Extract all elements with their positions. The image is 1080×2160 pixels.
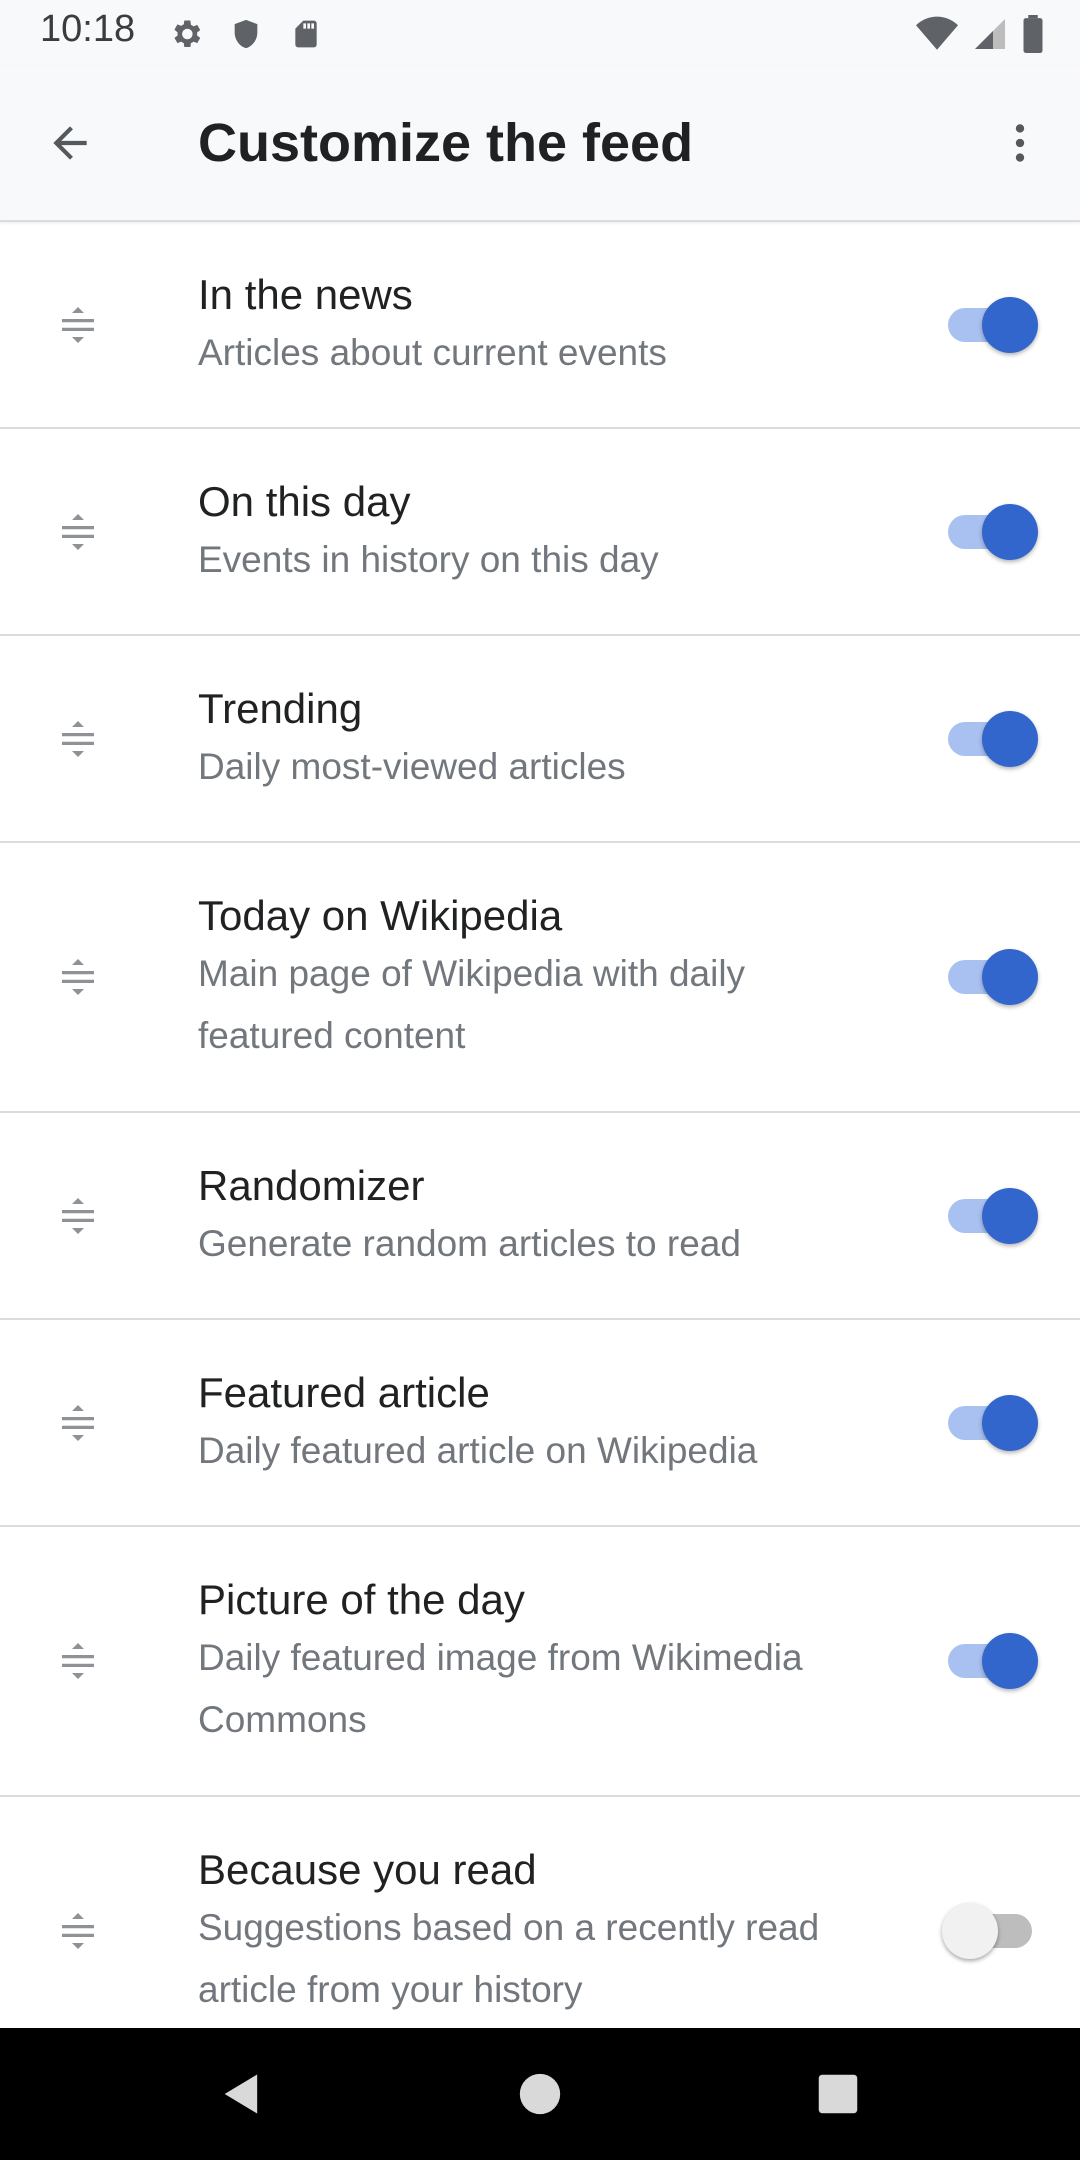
toggle-thumb: [982, 296, 1038, 353]
drag-handle-icon[interactable]: [50, 711, 106, 767]
feed-item-text: Picture of the day Daily featured image …: [198, 1575, 878, 1751]
feed-item-picture-of-the-day: Picture of the day Daily featured image …: [0, 1527, 1080, 1797]
feed-item-title: Trending: [198, 685, 363, 732]
feed-item-description: Daily featured image from Wikimedia Comm…: [198, 1637, 803, 1740]
feed-item-text: On this day Events in history on this da…: [198, 477, 878, 591]
feed-item-toggle[interactable]: [942, 1901, 1038, 1961]
feed-item-text: Because you read Suggestions based on a …: [198, 1845, 878, 2021]
toggle-thumb: [982, 1187, 1038, 1244]
sd-card-icon: [286, 14, 326, 54]
more-vert-icon: [1015, 124, 1025, 162]
feed-item-title: In the news: [198, 271, 413, 318]
feed-item-text: Today on Wikipedia Main page of Wikipedi…: [198, 891, 878, 1067]
feed-item-featured-article: Featured article Daily featured article …: [0, 1320, 1080, 1527]
feed-item-description: Daily most-viewed articles: [198, 746, 626, 787]
feed-item-toggle[interactable]: [942, 1186, 1038, 1246]
drag-handle-icon[interactable]: [50, 1395, 106, 1451]
wifi-icon: [916, 14, 958, 54]
feed-item-description: Generate random articles to read: [198, 1223, 741, 1264]
feed-item-title: Picture of the day: [198, 1576, 525, 1623]
feed-item-text: Featured article Daily featured article …: [198, 1368, 878, 1482]
feed-item-in-the-news: In the news Articles about current event…: [0, 222, 1080, 429]
screen: 10:18 Customize the feed In the news Art…: [0, 0, 1080, 2160]
battery-icon: [1022, 14, 1044, 54]
feed-item-title: Randomizer: [198, 1162, 425, 1209]
toggle-thumb: [942, 1903, 998, 1959]
shield-icon: [226, 14, 266, 54]
feed-item-today-on-wikipedia: Today on Wikipedia Main page of Wikipedi…: [0, 843, 1080, 1113]
feed-item-toggle[interactable]: [942, 295, 1038, 355]
more-options-button[interactable]: [984, 107, 1056, 179]
feed-item-randomizer: Randomizer Generate random articles to r…: [0, 1113, 1080, 1320]
nav-recents-icon: [818, 2074, 858, 2114]
feed-item-toggle[interactable]: [942, 1631, 1038, 1691]
drag-handle-icon[interactable]: [50, 297, 106, 353]
toggle-thumb: [982, 1633, 1038, 1689]
nav-back-button[interactable]: [206, 2058, 278, 2130]
page-title: Customize the feed: [198, 113, 694, 173]
feed-item-description: Daily featured article on Wikipedia: [198, 1430, 758, 1471]
nav-home-icon: [519, 2073, 561, 2115]
toggle-thumb: [982, 1394, 1038, 1451]
toggle-thumb: [982, 949, 1038, 1005]
drag-handle-icon[interactable]: [50, 1188, 106, 1244]
arrow-back-icon: [53, 126, 87, 160]
feed-item-title: Today on Wikipedia: [198, 892, 563, 939]
nav-home-button[interactable]: [504, 2058, 576, 2130]
feed-item-on-this-day: On this day Events in history on this da…: [0, 429, 1080, 636]
status-icons-right: [916, 14, 1044, 54]
status-bar: 10:18: [0, 0, 1080, 66]
feed-item-toggle[interactable]: [942, 1393, 1038, 1453]
feed-item-description: Articles about current events: [198, 332, 667, 373]
back-button[interactable]: [34, 107, 106, 179]
system-nav-bar: [0, 2028, 1080, 2160]
feed-item-title: Featured article: [198, 1369, 490, 1416]
gear-icon: [166, 14, 206, 54]
app-bar: Customize the feed: [0, 66, 1080, 222]
nav-recents-button[interactable]: [802, 2058, 874, 2130]
drag-handle-icon[interactable]: [50, 949, 106, 1005]
feed-item-description: Main page of Wikipedia with daily featur…: [198, 953, 746, 1056]
feed-item-toggle[interactable]: [942, 502, 1038, 562]
feed-card-list: In the news Articles about current event…: [0, 222, 1080, 2028]
feed-item-trending: Trending Daily most-viewed articles: [0, 636, 1080, 843]
feed-item-text: Randomizer Generate random articles to r…: [198, 1161, 878, 1275]
nav-back-icon: [224, 2074, 258, 2114]
feed-item-description: Suggestions based on a recently read art…: [198, 1907, 820, 2010]
feed-item-toggle[interactable]: [942, 947, 1038, 1007]
feed-item-title: On this day: [198, 478, 411, 525]
status-time: 10:18: [40, 8, 136, 50]
feed-item-description: Events in history on this day: [198, 539, 659, 580]
feed-item-because-you-read: Because you read Suggestions based on a …: [0, 1797, 1080, 2028]
drag-handle-icon[interactable]: [50, 1633, 106, 1689]
drag-handle-icon[interactable]: [50, 1903, 106, 1959]
feed-item-text: Trending Daily most-viewed articles: [198, 684, 878, 798]
cell-signal-icon: [972, 14, 1008, 54]
feed-item-title: Because you read: [198, 1846, 537, 1893]
toggle-thumb: [982, 710, 1038, 767]
drag-handle-icon[interactable]: [50, 504, 106, 560]
toggle-thumb: [982, 503, 1038, 560]
feed-item-text: In the news Articles about current event…: [198, 270, 878, 384]
status-icons-left: [166, 14, 326, 54]
feed-item-toggle[interactable]: [942, 709, 1038, 769]
